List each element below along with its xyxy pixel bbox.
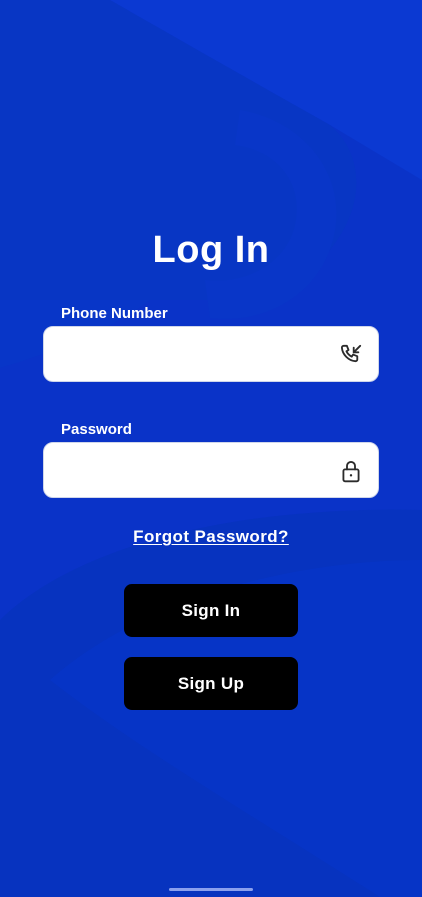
sign-in-button[interactable]: Sign In [124,584,298,637]
password-field[interactable] [43,442,379,499]
home-indicator[interactable] [169,888,253,891]
phone-incoming-icon [340,344,362,363]
lock-icon [342,460,360,483]
sign-up-button[interactable]: Sign Up [124,657,298,710]
password-input[interactable] [58,443,332,499]
phone-number-label: Phone Number [61,305,168,322]
login-screen: Log In Phone Number Password Forgot Pass… [0,0,422,897]
forgot-password-row: Forgot Password? [0,527,422,548]
password-label: Password [61,421,132,438]
forgot-password-link[interactable]: Forgot Password? [133,527,289,546]
phone-number-input[interactable] [58,327,332,383]
page-title: Log In [152,229,270,271]
phone-number-field[interactable] [43,326,379,383]
